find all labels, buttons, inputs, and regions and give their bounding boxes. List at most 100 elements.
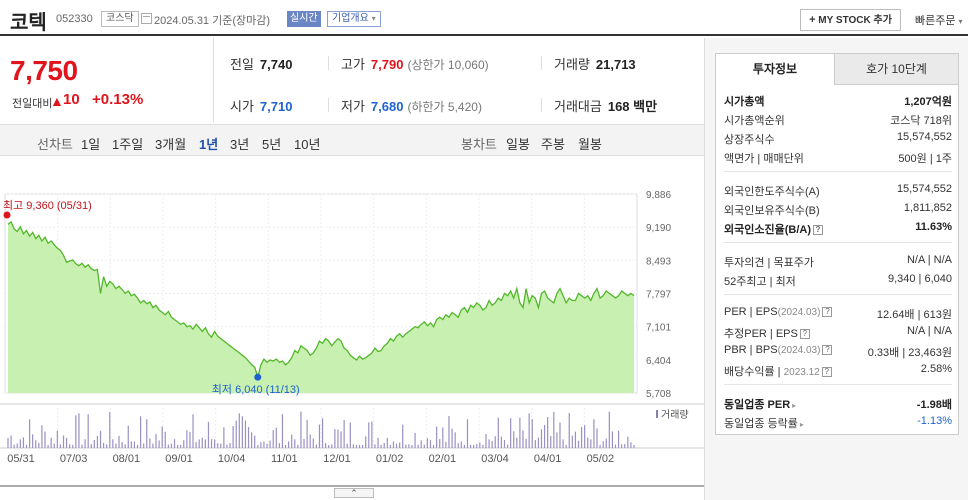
market-cap-rank-label: 시가총액순위 [724, 115, 785, 127]
per-date: (2024.03) [777, 307, 821, 318]
stat-amount: 거래대금 168 백만 [554, 96, 657, 115]
volume-bar [266, 443, 268, 448]
candle-monthly[interactable]: 월봉 [578, 134, 602, 153]
period-1w[interactable]: 1주일 [112, 134, 143, 153]
volume-bar [102, 442, 105, 448]
volume-bar [368, 422, 370, 448]
volume-bar [547, 417, 549, 448]
volume-bar [469, 444, 472, 448]
volume-bar [229, 443, 231, 448]
volume-bar [445, 441, 447, 448]
price-chart: 9,886 9,190 8,493 7,797 7,101 6,404 5,708 최고 9,… [0, 156, 704, 500]
volume-bar [62, 435, 65, 448]
volume-bar [627, 436, 629, 448]
volume-bar [115, 443, 117, 448]
period-1d[interactable]: 1일 [81, 134, 100, 153]
volume-bar [170, 443, 173, 448]
info-row-sector-change[interactable]: 동일업종 등락률 ▸ -1.13% [724, 413, 952, 431]
dividend-date: 2023.12 [783, 367, 820, 378]
sector-change-value: -1.13% [917, 415, 952, 427]
volume-bar [47, 444, 49, 448]
info-row-52week: 52주최고 | 최저 9,340 | 6,040 [724, 271, 952, 289]
add-mystock-button[interactable]: + MY STOCK 추가 [800, 9, 901, 31]
volume-bar [297, 444, 299, 448]
help-icon[interactable]: ? [822, 307, 833, 318]
foreign-limit-value: 15,574,552 [896, 183, 952, 195]
y-tick-label: 8,493 [646, 256, 671, 267]
volume-bar [241, 416, 243, 448]
volume-bar [251, 432, 253, 448]
volume-legend-swatch [656, 410, 658, 418]
volume-bar [497, 417, 499, 448]
candle-daily[interactable]: 일봉 [506, 134, 530, 153]
candle-weekly[interactable]: 주봉 [541, 134, 565, 153]
volume-bar [614, 444, 617, 448]
volume-bar [605, 438, 607, 448]
volume-bar [340, 431, 342, 448]
period-1y[interactable]: 1년 [199, 134, 218, 153]
volume-bar [482, 444, 484, 448]
volume-bar [423, 444, 425, 448]
base-date: 2024.05.31 기준(장마감) [154, 15, 271, 27]
period-3y[interactable]: 3년 [230, 134, 249, 153]
company-overview-button[interactable]: 기업개요 ▾ [327, 11, 381, 27]
volume-bar [44, 431, 46, 448]
volume-bar [143, 443, 145, 448]
tab-orderbook-10[interactable]: 호가 10단계 [834, 53, 959, 85]
stat-open-value: 7,710 [259, 99, 293, 114]
help-icon[interactable]: ? [799, 329, 810, 340]
volume-bar [247, 427, 250, 448]
pbr-value: 0.33배 | 23,463원 [867, 347, 952, 359]
volume-bar [35, 440, 37, 448]
dividend-label: 배당수익률 [724, 366, 775, 378]
sector-per-value: -1.98배 [916, 399, 952, 411]
volume-bar [466, 419, 469, 448]
volume-bar [325, 443, 327, 448]
volume-bar [405, 444, 407, 448]
volume-bar [510, 418, 512, 448]
x-tick-label: 11/01 [271, 453, 298, 465]
low-marker [254, 373, 262, 381]
period-3m[interactable]: 3개월 [155, 134, 186, 153]
volume-bar [392, 441, 395, 448]
quick-order-button[interactable]: 빠른주문 ▾ [915, 12, 963, 28]
volume-bar [420, 440, 422, 448]
info-row-sector-per[interactable]: 동일업종 PER ▸ -1.98배 [724, 394, 952, 412]
volume-bar [232, 426, 234, 448]
help-icon[interactable]: ? [821, 367, 832, 378]
volume-bar [429, 440, 432, 448]
volume-bar [303, 438, 305, 448]
help-icon[interactable]: ? [813, 225, 823, 236]
par-value: 500원 | 1주 [898, 153, 952, 165]
tab-investment-info[interactable]: 투자정보 [715, 53, 835, 85]
volume-bar [553, 411, 555, 448]
volume-bar [580, 426, 583, 448]
info-row-pbr: PBR | BPS(2024.03)? 0.33배 | 23,463원 [724, 342, 952, 360]
help-icon[interactable]: ? [822, 345, 833, 356]
info-row-per: PER | EPS(2024.03)? 12.64배 | 613원 [724, 304, 952, 322]
foreign-ratio-value: 11.63% [915, 221, 952, 233]
volume-bar [463, 444, 465, 448]
stat-lower-limit: (하한가 5,420) [407, 100, 482, 114]
period-5y[interactable]: 5년 [262, 134, 281, 153]
volume-bar [337, 429, 339, 448]
volume-bar [183, 440, 185, 448]
volume-bar [180, 444, 182, 448]
volume-bar [214, 439, 216, 448]
period-10y[interactable]: 10년 [294, 134, 320, 153]
company-overview-label: 기업개요 [332, 13, 369, 24]
volume-bar [312, 438, 314, 448]
realtime-button[interactable]: 실시간 [287, 11, 321, 27]
volume-bar [284, 444, 287, 448]
volume-bar [399, 442, 401, 448]
volume-bar [93, 439, 95, 448]
volume-bar [306, 419, 308, 448]
stat-prev-label: 전일 [230, 57, 254, 72]
volume-bar [362, 444, 364, 448]
chart-scroll-handle[interactable]: ⌃ [334, 488, 374, 498]
stat-upper-limit: (상한가 10,060) [407, 58, 489, 72]
volume-bar [503, 439, 506, 448]
add-mystock-label: MY STOCK 추가 [818, 15, 892, 26]
volume-bar [540, 429, 543, 448]
stat-volume-label: 거래량 [554, 57, 590, 72]
